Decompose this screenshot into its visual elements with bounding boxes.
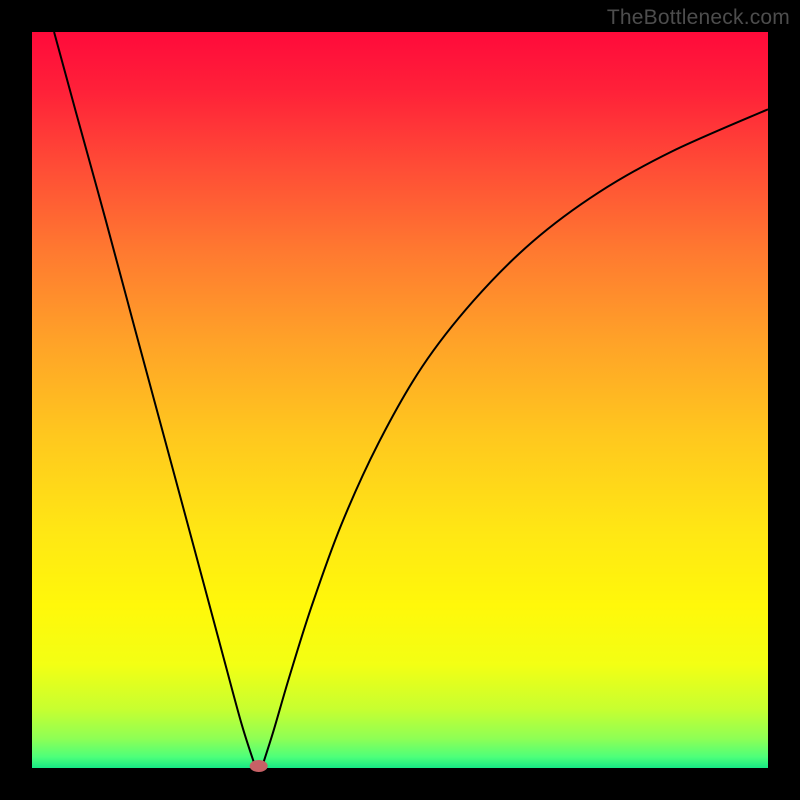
plot-area — [32, 32, 768, 768]
optimal-point-marker — [250, 760, 268, 772]
curve-left-branch — [54, 32, 255, 766]
chart-frame: TheBottleneck.com — [0, 0, 800, 800]
watermark-text: TheBottleneck.com — [607, 6, 790, 30]
bottleneck-curve — [32, 32, 768, 768]
curve-right-branch — [262, 109, 768, 766]
